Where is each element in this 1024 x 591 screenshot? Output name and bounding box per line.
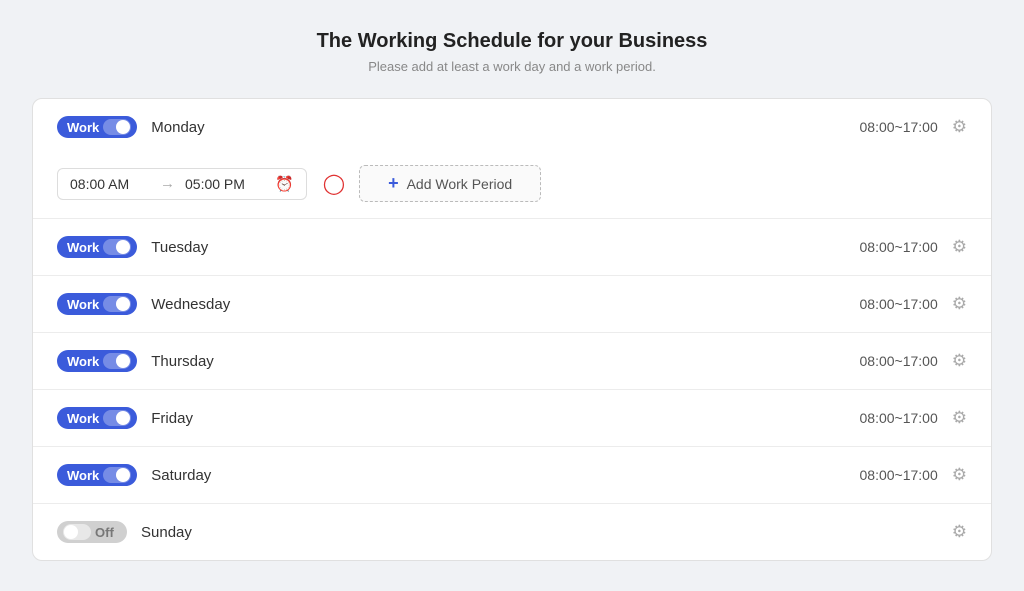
plus-icon-monday: + [388,173,399,194]
toggle-knob-thursday [116,354,130,368]
toggle-label-sunday: Off [95,525,114,540]
day-hours-saturday: 08:00~17:00 [860,467,938,483]
settings-icon-monday[interactable]: ⚙ [952,117,967,137]
toggle-knob-monday [116,120,130,134]
toggle-wednesday[interactable]: Work [57,293,137,315]
toggle-saturday[interactable]: Work [57,464,137,486]
day-name-monday: Monday [151,119,859,136]
arrow-sep-monday-0: → [160,175,175,192]
day-row-monday: Work Monday 08:00~17:00 ⚙ → ⏰ ◯ [33,99,991,219]
day-hours-thursday: 08:00~17:00 [860,353,938,369]
toggle-tuesday[interactable]: Work [57,236,137,258]
toggle-label-friday: Work [67,411,99,426]
day-name-thursday: Thursday [151,353,859,370]
end-time-monday-0[interactable] [185,176,265,192]
day-header-tuesday: Work Tuesday 08:00~17:00 ⚙ [57,219,967,275]
page-wrapper: The Working Schedule for your Business P… [0,0,1024,591]
toggle-monday[interactable]: Work [57,116,137,138]
toggle-knob-wrapper-wednesday [103,296,131,312]
settings-icon-friday[interactable]: ⚙ [952,408,967,428]
toggle-knob-wednesday [116,297,130,311]
settings-icon-sunday[interactable]: ⚙ [952,522,967,542]
toggle-label-tuesday: Work [67,240,99,255]
day-header-saturday: Work Saturday 08:00~17:00 ⚙ [57,447,967,503]
day-name-wednesday: Wednesday [151,296,859,313]
settings-icon-tuesday[interactable]: ⚙ [952,237,967,257]
toggle-label-saturday: Work [67,468,99,483]
clock-icon-monday-0: ⏰ [275,175,294,193]
day-row-tuesday: Work Tuesday 08:00~17:00 ⚙ [33,219,991,276]
day-row-wednesday: Work Wednesday 08:00~17:00 ⚙ [33,276,991,333]
start-time-monday-0[interactable] [70,176,150,192]
off-toggle-knob-sunday [64,525,78,539]
toggle-sunday[interactable]: Off [57,521,127,543]
toggle-knob-saturday [116,468,130,482]
toggle-knob-friday [116,411,130,425]
day-row-friday: Work Friday 08:00~17:00 ⚙ [33,390,991,447]
toggle-knob-wrapper-friday [103,410,131,426]
page-subtitle: Please add at least a work day and a wor… [368,59,656,74]
toggle-thursday[interactable]: Work [57,350,137,372]
day-row-saturday: Work Saturday 08:00~17:00 ⚙ [33,447,991,504]
toggle-knob-wrapper-saturday [103,467,131,483]
day-name-saturday: Saturday [151,467,859,484]
day-hours-wednesday: 08:00~17:00 [860,296,938,312]
day-header-monday: Work Monday 08:00~17:00 ⚙ [57,99,967,155]
off-toggle-knob-wrapper-sunday [63,524,91,540]
toggle-friday[interactable]: Work [57,407,137,429]
toggle-label-monday: Work [67,120,99,135]
day-header-thursday: Work Thursday 08:00~17:00 ⚙ [57,333,967,389]
schedule-card: Work Monday 08:00~17:00 ⚙ → ⏰ ◯ [32,98,992,561]
toggle-knob-tuesday [116,240,130,254]
day-header-friday: Work Friday 08:00~17:00 ⚙ [57,390,967,446]
day-header-wednesday: Work Wednesday 08:00~17:00 ⚙ [57,276,967,332]
toggle-knob-wrapper-monday [103,119,131,135]
toggle-knob-wrapper-tuesday [103,239,131,255]
day-hours-tuesday: 08:00~17:00 [860,239,938,255]
page-title: The Working Schedule for your Business [317,30,708,53]
settings-icon-saturday[interactable]: ⚙ [952,465,967,485]
settings-icon-thursday[interactable]: ⚙ [952,351,967,371]
toggle-label-thursday: Work [67,354,99,369]
add-period-label-monday: Add Work Period [407,176,513,192]
time-range-monday-0: → ⏰ [57,168,307,200]
toggle-label-wednesday: Work [67,297,99,312]
day-hours-friday: 08:00~17:00 [860,410,938,426]
day-row-thursday: Work Thursday 08:00~17:00 ⚙ [33,333,991,390]
day-name-sunday: Sunday [141,524,938,541]
delete-period-monday-0[interactable]: ◯ [323,174,345,194]
day-header-sunday: Off Sunday ⚙ [57,504,967,560]
day-name-friday: Friday [151,410,859,427]
add-period-monday[interactable]: + Add Work Period [359,165,541,202]
toggle-knob-wrapper-thursday [103,353,131,369]
day-name-tuesday: Tuesday [151,239,859,256]
day-row-sunday: Off Sunday ⚙ [33,504,991,560]
day-hours-monday: 08:00~17:00 [860,119,938,135]
day-details-monday: → ⏰ ◯ + Add Work Period [57,155,967,218]
settings-icon-wednesday[interactable]: ⚙ [952,294,967,314]
